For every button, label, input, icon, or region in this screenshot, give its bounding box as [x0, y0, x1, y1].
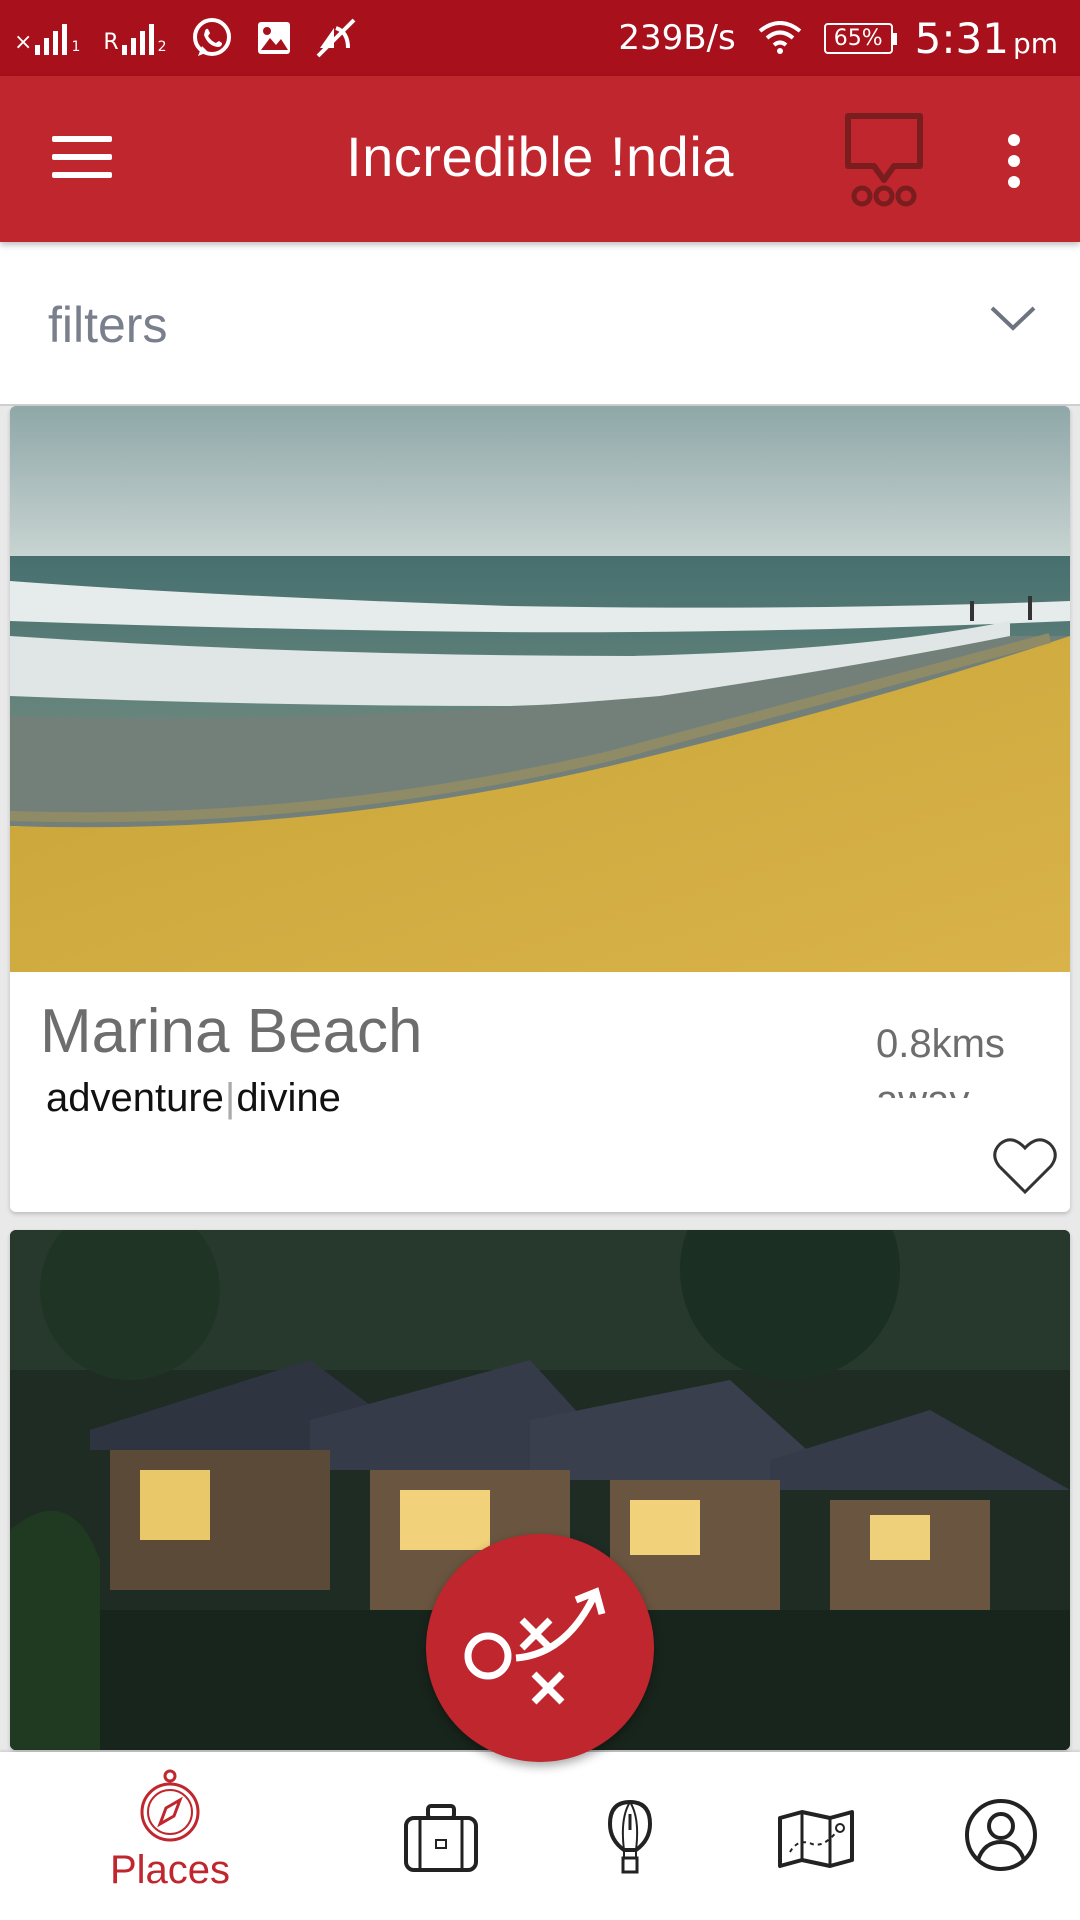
place-card[interactable]: Marina Beach adventure|divine 0.8kms awa… — [10, 406, 1070, 1212]
clock-ampm: pm — [1012, 26, 1058, 60]
signal-2-sub: 2 — [157, 39, 168, 55]
place-distance: 0.8kms away — [876, 1022, 1005, 1098]
nav-profile[interactable] — [962, 1752, 1038, 1920]
more-options-button[interactable] — [1000, 134, 1028, 188]
status-bar: × 1 R 2 239B/s 65% 5:31 pm — [0, 0, 1080, 76]
app-bar: Incredible !ndia — [0, 76, 1080, 242]
place-name: Marina Beach — [40, 997, 423, 1066]
signal-bars-icon — [35, 21, 68, 55]
whatsapp-icon — [192, 18, 231, 56]
nav-places-label: Places — [109, 1848, 231, 1892]
heart-icon — [993, 1138, 1057, 1195]
clock-time: 5:31 — [914, 13, 1009, 63]
place-tag: adventure — [46, 1076, 224, 1120]
place-tags: adventure|divine — [46, 1076, 341, 1121]
place-image — [10, 406, 1070, 972]
nav-places[interactable]: Places — [90, 1752, 250, 1920]
filters-label: filters — [48, 297, 168, 353]
strategy-icon — [464, 1587, 606, 1705]
more-vert-icon — [1000, 134, 1028, 188]
bottom-navigation: Places — [0, 1752, 1080, 1920]
chevron-down-icon — [990, 306, 1036, 331]
chat-icon — [845, 113, 923, 207]
signal-1-sub: 1 — [71, 39, 82, 55]
compass-icon — [140, 1769, 200, 1842]
wifi-icon — [758, 21, 801, 54]
favorite-button[interactable] — [992, 1136, 1058, 1196]
plan-trip-fab[interactable] — [426, 1534, 654, 1762]
signal-1: × 1 — [14, 21, 81, 55]
gallery-icon — [257, 22, 290, 54]
tag-separator: | — [224, 1076, 236, 1120]
signal-1-label: × — [14, 30, 34, 55]
chat-button[interactable] — [842, 110, 926, 214]
signal-2: R 2 — [103, 21, 167, 55]
battery-indicator: 65% — [823, 22, 897, 54]
filters-dropdown[interactable]: filters — [0, 242, 1080, 406]
map-icon — [778, 1810, 854, 1868]
net-speed: 239B/s — [618, 18, 736, 58]
clock: 5:31 pm — [915, 14, 1058, 63]
place-tag: divine — [236, 1076, 341, 1120]
nav-experiences[interactable] — [600, 1752, 660, 1920]
nav-map[interactable] — [776, 1752, 856, 1920]
signal-bars-icon — [121, 21, 154, 55]
suitcase-icon — [404, 1804, 478, 1872]
profile-icon — [965, 1799, 1037, 1871]
balloon-icon — [607, 1799, 653, 1874]
nav-trips[interactable] — [402, 1752, 480, 1920]
muted-icon — [316, 18, 355, 58]
signal-2-label: R — [103, 30, 120, 55]
